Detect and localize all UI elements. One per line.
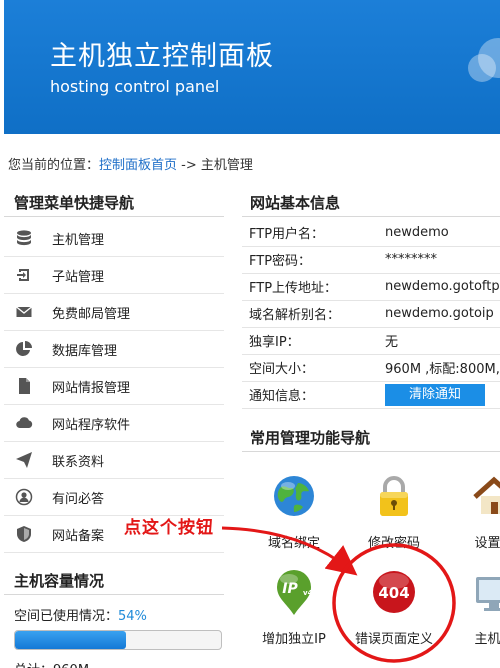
sidebar-item-site-info-management[interactable]: 网站情报管理 xyxy=(4,368,224,405)
sidebar-item-database-management[interactable]: 数据库管理 xyxy=(4,331,224,368)
tile-domain-binding[interactable]: 域名绑定 xyxy=(244,470,344,551)
cloud-icon xyxy=(14,413,34,433)
panel-title: 主机独立控制面板 xyxy=(50,41,274,72)
divider xyxy=(242,451,500,452)
clear-notice-button[interactable]: 清除通知 xyxy=(385,383,485,406)
breadcrumb-separator: -> xyxy=(177,158,201,173)
functions-title: 常用管理功能导航 xyxy=(250,429,371,447)
tile-set-homepage[interactable]: 设置首 xyxy=(444,470,500,551)
error-404-icon: 404 xyxy=(344,566,444,618)
info-key: 域名解析别名： xyxy=(242,300,377,328)
ipv4-badge-text: IP xyxy=(282,581,298,597)
user-icon xyxy=(14,487,34,507)
divider xyxy=(4,216,224,217)
info-value: 960M ,标配:800M, xyxy=(377,354,500,382)
site-info-table: FTP用户名： newdemo FTP密码： ******** FTP上传地址： ne… xyxy=(242,219,500,409)
annotation-click-this-button: 点这个按钮 xyxy=(124,518,214,538)
capacity-used-label: 空间已使用情况： xyxy=(14,609,119,624)
cloud-icon xyxy=(468,38,500,82)
tile-host-diagnosis[interactable]: 主机诊 xyxy=(444,566,500,647)
info-value: 无 xyxy=(377,327,500,355)
tile-label: 增加独立IP xyxy=(262,632,326,647)
table-row: 空间大小： 960M ,标配:800M, xyxy=(242,354,500,382)
envelope-icon xyxy=(14,302,34,322)
monitor-icon xyxy=(444,566,500,618)
sidebar-item-label: 联系资料 xyxy=(52,454,105,470)
panel-subtitle: hosting control panel xyxy=(50,77,220,96)
breadcrumb-prefix: 您当前的位置： xyxy=(8,158,100,173)
sidebar-item-faq[interactable]: 有问必答 xyxy=(4,479,224,516)
tile-label: 域名绑定 xyxy=(267,536,320,551)
pie-chart-icon xyxy=(14,339,34,359)
divider xyxy=(4,594,224,595)
divider xyxy=(242,216,500,217)
header-banner: 主机独立控制面板 hosting control panel xyxy=(4,0,500,134)
table-row: FTP用户名： newdemo xyxy=(242,219,500,247)
breadcrumb-current: 主机管理 xyxy=(200,158,253,173)
info-value: newdemo.gotoftp xyxy=(377,273,500,301)
document-icon xyxy=(14,376,34,396)
database-icon xyxy=(14,228,34,248)
tile-label: 设置首 xyxy=(474,536,500,551)
breadcrumb-home-link[interactable]: 控制面板首页 xyxy=(99,158,177,173)
table-row: FTP上传地址： newdemo.gotoftp xyxy=(242,273,500,301)
tile-label: 主机诊 xyxy=(474,632,500,647)
sidebar-item-label: 数据库管理 xyxy=(52,343,118,359)
sidebar-item-mail-management[interactable]: 免费邮局管理 xyxy=(4,294,224,331)
info-value: newdemo.gotoip xyxy=(377,300,500,328)
sidebar-item-host-management[interactable]: 主机管理 xyxy=(4,220,224,257)
info-key: 通知信息： xyxy=(242,381,377,409)
sidebar-menu: 主机管理 子站管理 免费邮局管理 数据库管理 网站情报管理 网站程序软件 联系资… xyxy=(4,220,224,553)
info-key: 独享IP： xyxy=(242,327,377,355)
capacity-used-percent: 54% xyxy=(118,609,147,624)
padlock-icon xyxy=(344,470,444,522)
info-value: newdemo xyxy=(377,219,500,247)
info-key: FTP密码： xyxy=(242,246,377,274)
sidebar-title: 管理菜单快捷导航 xyxy=(14,194,135,212)
sidebar-item-label: 免费邮局管理 xyxy=(52,306,131,322)
tile-label: 修改密码 xyxy=(367,536,420,551)
error-404-badge-text: 404 xyxy=(378,584,409,602)
table-row: 通知信息： 清除通知 xyxy=(242,381,500,409)
sidebar-item-contact-info[interactable]: 联系资料 xyxy=(4,442,224,479)
tile-label: 错误页面定义 xyxy=(354,632,433,647)
capacity-progress-bar xyxy=(14,630,222,650)
home-icon xyxy=(444,470,500,522)
table-row: 独享IP：无 xyxy=(242,327,500,355)
tile-add-dedicated-ip[interactable]: IP v4 增加独立IP xyxy=(244,566,344,647)
info-key: 空间大小： xyxy=(242,354,377,382)
svg-text:v4: v4 xyxy=(303,589,313,597)
table-row: FTP密码： ******** xyxy=(242,246,500,274)
shield-icon xyxy=(14,524,34,544)
site-info-title: 网站基本信息 xyxy=(250,194,341,212)
table-row: 域名解析别名： newdemo.gotoip xyxy=(242,300,500,328)
capacity-usage-line: 空间已使用情况：54% xyxy=(14,605,147,624)
info-value: ******** xyxy=(377,246,500,274)
sidebar-item-label: 网站程序软件 xyxy=(52,417,131,433)
sidebar-item-label: 主机管理 xyxy=(52,232,105,248)
sidebar-item-label: 网站情报管理 xyxy=(52,380,131,396)
ipv4-icon: IP v4 xyxy=(244,566,344,618)
info-key: FTP上传地址： xyxy=(242,273,377,301)
send-icon xyxy=(14,450,34,470)
sidebar-item-label: 网站备案 xyxy=(52,528,105,544)
sidebar-item-subsite-management[interactable]: 子站管理 xyxy=(4,257,224,294)
capacity-title: 主机容量情况 xyxy=(14,572,105,590)
sidebar-item-site-software[interactable]: 网站程序软件 xyxy=(4,405,224,442)
sidebar-item-label: 子站管理 xyxy=(52,269,105,285)
tile-error-page-definition[interactable]: 404 错误页面定义 xyxy=(344,566,444,647)
info-key: FTP用户名： xyxy=(242,219,377,247)
enter-arrow-icon xyxy=(14,265,34,285)
capacity-progress-fill xyxy=(15,631,127,649)
globe-icon xyxy=(244,470,344,522)
sidebar-item-label: 有问必答 xyxy=(52,491,105,507)
capacity-total: 总计：960M xyxy=(14,659,89,668)
tile-change-password[interactable]: 修改密码 xyxy=(344,470,444,551)
breadcrumb: 您当前的位置：控制面板首页 -> 主机管理 xyxy=(8,154,253,173)
